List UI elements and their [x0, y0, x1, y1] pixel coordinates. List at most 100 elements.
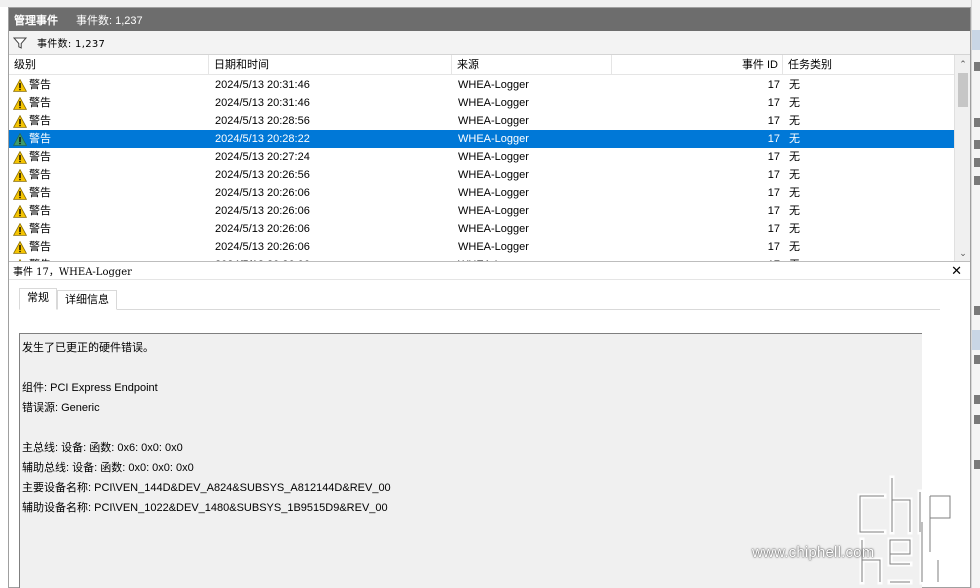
warning-icon [12, 240, 28, 254]
task-category-cell: 无 [789, 133, 800, 145]
date-cell: 2024/5/13 20:31:46 [215, 79, 310, 91]
table-row[interactable]: 警告 2024/5/13 20:31:46 WHEA-Logger 17 无 [9, 94, 954, 112]
event-id-cell: 17 [767, 205, 780, 217]
warning-icon [12, 186, 28, 200]
table-row[interactable]: 警告 2024/5/13 20:27:24 WHEA-Logger 17 无 [9, 148, 954, 166]
right-strip-item[interactable] [974, 395, 980, 404]
right-strip-band [972, 330, 980, 350]
task-category-cell: 无 [789, 187, 800, 199]
date-cell: 2024/5/13 20:28:56 [215, 115, 310, 127]
right-strip-item[interactable] [974, 306, 980, 315]
message-line: 错误源: Generic [22, 402, 100, 414]
date-cell: 2024/5/13 20:31:46 [215, 97, 310, 109]
task-category-cell: 无 [789, 223, 800, 235]
close-icon[interactable]: ✕ [951, 263, 962, 279]
warning-icon [12, 150, 28, 164]
event-id-cell: 17 [767, 223, 780, 235]
scroll-down-arrow-icon[interactable]: ⌄ [955, 245, 970, 261]
table-row[interactable]: 警告2024/5/13 20:26:06WHEA-Logger17无 [9, 220, 954, 238]
source-cell: WHEA-Logger [458, 169, 529, 181]
table-row[interactable]: 警告 2024/5/13 20:28:22 WHEA-Logger 17 无 [9, 130, 954, 148]
level-cell: 警告 [9, 166, 209, 184]
top-strip [0, 0, 980, 7]
level-text: 警告 [29, 241, 51, 253]
source-cell: WHEA-Logger [458, 223, 529, 235]
message-line: 组件: PCI Express Endpoint [22, 382, 158, 394]
task-category-cell: 无 [789, 115, 800, 127]
warning-icon [12, 168, 28, 182]
level-text: 警告 [29, 79, 51, 91]
source-cell: WHEA-Logger [458, 241, 529, 253]
event-id-cell: 17 [767, 133, 780, 145]
source-cell: WHEA-Logger [458, 205, 529, 217]
level-cell: 警告 [9, 94, 209, 112]
table-row[interactable]: 警告2024/5/13 20:26:06WHEA-Logger17无 [9, 238, 954, 256]
table-row[interactable]: 警告2024/5/13 20:26:06WHEA-Logger17无 [9, 184, 954, 202]
right-strip-item[interactable] [974, 176, 980, 185]
level-cell: 警告 [9, 256, 209, 261]
right-strip-item[interactable] [974, 140, 980, 149]
table-row[interactable]: 警告2024/5/13 20:26:06WHEA-Logger17无 [9, 256, 954, 261]
task-category-cell: 无 [789, 79, 800, 91]
level-cell: 警告 [9, 76, 209, 94]
column-header-level[interactable]: 级别 [9, 55, 209, 75]
right-strip-item[interactable] [974, 62, 980, 71]
date-cell: 2024/5/13 20:26:06 [215, 205, 310, 217]
scroll-up-arrow-icon[interactable]: ⌃ [955, 56, 970, 72]
filter-icon[interactable] [12, 36, 28, 50]
date-cell: 2024/5/13 20:26:06 [209, 256, 452, 261]
grid-vertical-scrollbar[interactable]: ⌃ ⌄ [954, 55, 970, 261]
right-strip-item[interactable] [974, 158, 980, 167]
table-row[interactable]: 警告2024/5/13 20:26:06WHEA-Logger17无 [9, 202, 954, 220]
scroll-thumb[interactable] [958, 73, 968, 107]
tab-general[interactable]: 常规 [19, 288, 57, 310]
date-cell: 2024/5/13 20:28:22 [215, 133, 310, 145]
column-header-task-category[interactable]: 任务类别 [783, 55, 943, 75]
table-row[interactable]: 警告 2024/5/13 20:26:56 WHEA-Logger 17 无 [9, 166, 954, 184]
warning-icon [12, 114, 28, 128]
event-id-cell: 17 [767, 79, 780, 91]
message-line: 发生了已更正的硬件错误。 [22, 342, 154, 354]
warning-icon [12, 222, 28, 236]
right-strip-item[interactable] [974, 118, 980, 127]
task-category-cell: 无 [789, 169, 800, 181]
pane-title: 管理事件 [14, 14, 58, 27]
event-id-cell: 17 [612, 256, 783, 261]
table-row[interactable]: 警告 2024/5/13 20:31:46 WHEA-Logger 17 无 [9, 76, 954, 94]
event-message-box[interactable]: 发生了已更正的硬件错误。 组件: PCI Express Endpoint 错误源:… [19, 333, 922, 588]
level-cell: 警告 [9, 220, 209, 238]
level-cell: 警告 [9, 148, 209, 166]
level-text: 警告 [29, 151, 51, 163]
warning-icon [12, 204, 28, 218]
event-id-cell: 17 [767, 169, 780, 181]
task-category-cell: 无 [789, 97, 800, 109]
level-text: 警告 [29, 169, 51, 181]
column-header-source[interactable]: 来源 [452, 55, 612, 75]
message-line: 辅助设备名称: PCI\VEN_1022&DEV_1480&SUBSYS_1B9… [22, 502, 388, 514]
right-strip-item[interactable] [974, 355, 980, 364]
table-row[interactable]: 警告 2024/5/13 20:28:56 WHEA-Logger 17 无 [9, 112, 954, 130]
tab-details[interactable]: 详细信息 [57, 290, 117, 310]
grid-header: 级别 日期和时间 来源 事件 ID 任务类别 [9, 55, 970, 75]
warning-icon [13, 258, 27, 261]
warning-icon [12, 78, 28, 92]
column-header-date[interactable]: 日期和时间 [209, 55, 452, 75]
level-cell: 警告 [9, 238, 209, 256]
right-strip-item[interactable] [974, 460, 980, 469]
column-header-event-id[interactable]: 事件 ID [612, 55, 783, 75]
right-strip-item[interactable] [974, 415, 980, 424]
level-cell: 警告 [9, 112, 209, 130]
right-strip-band [972, 30, 980, 50]
events-grid: 级别 日期和时间 来源 事件 ID 任务类别 警告 2024/5/13 20:31… [9, 55, 970, 262]
source-cell: WHEA-Logger [458, 151, 529, 163]
level-text: 警告 [29, 205, 51, 217]
detail-tabs: 常规 详细信息 [9, 284, 970, 310]
grid-rows: 警告 2024/5/13 20:31:46 WHEA-Logger 17 无警告 2024… [9, 76, 954, 261]
event-message: 发生了已更正的硬件错误。 组件: PCI Express Endpoint 错误源:… [22, 338, 922, 518]
event-id-cell: 17 [767, 97, 780, 109]
source-cell: WHEA-Logger [458, 133, 529, 145]
source-cell: WHEA-Logger [458, 187, 529, 199]
level-cell: 警告 [9, 184, 209, 202]
